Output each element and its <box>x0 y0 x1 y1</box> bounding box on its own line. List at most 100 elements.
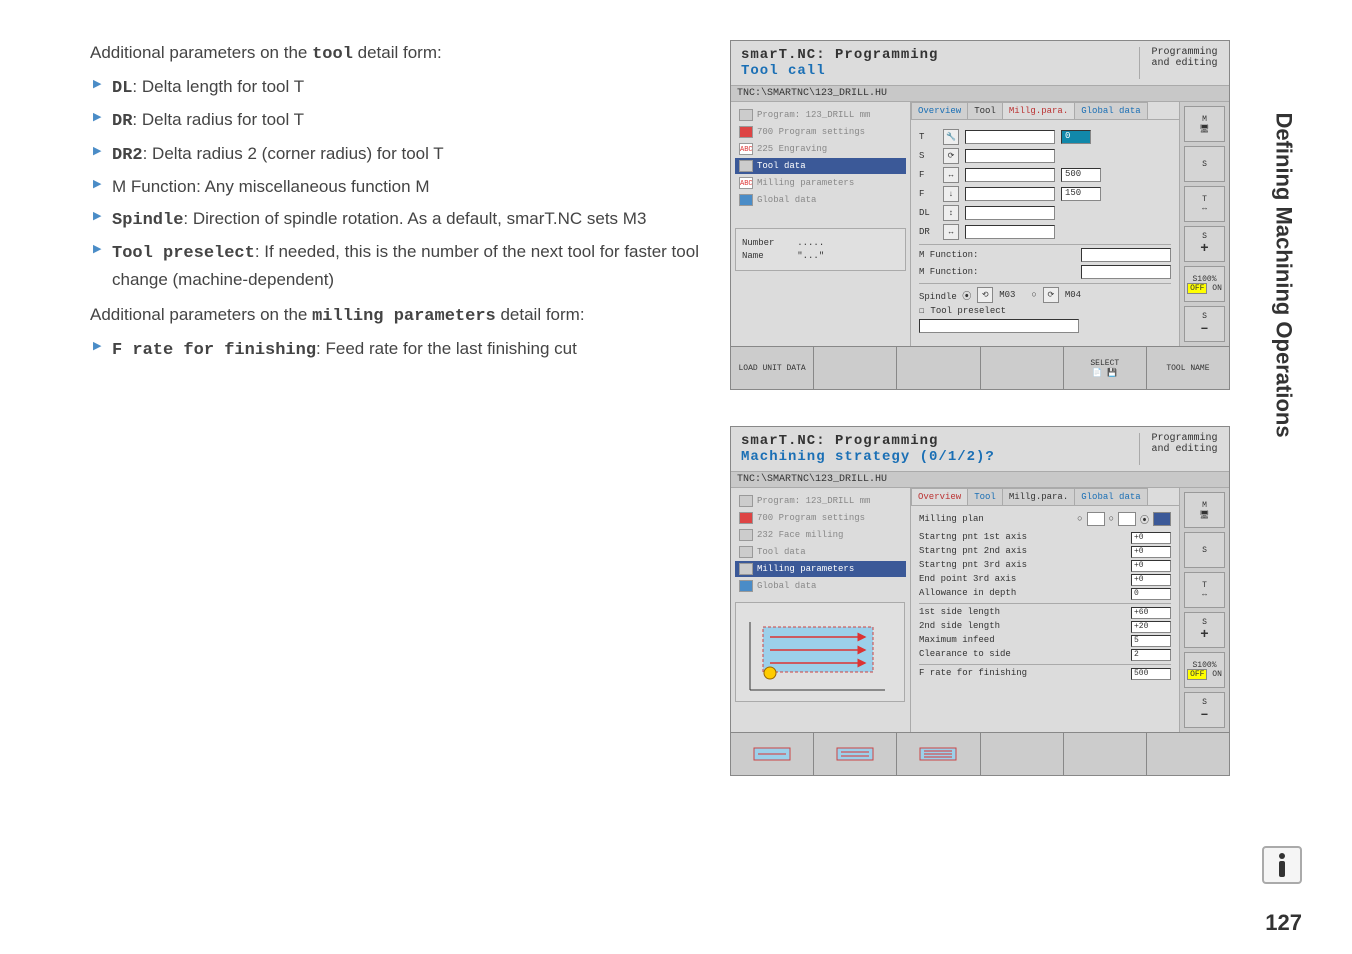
tab-millpara[interactable]: Millg.para. <box>1002 102 1075 119</box>
shot1-tree: Program: 123_DRILL mm 700 Program settin… <box>731 102 911 346</box>
tree2-program[interactable]: Program: 123_DRILL mm <box>735 493 906 509</box>
sk2-1[interactable] <box>731 733 814 775</box>
monitor-icon: 🖥 <box>1199 124 1209 134</box>
dl-input[interactable] <box>965 206 1055 220</box>
s-input[interactable] <box>965 149 1055 163</box>
side-plus[interactable]: S+ <box>1184 226 1225 262</box>
spindle-row: Spindle ⦿ ⟲M03 ○ ⟳M04 <box>919 287 1171 303</box>
tree2-tooldata[interactable]: Tool data <box>735 544 906 560</box>
screenshot-tool-call: smarT.NC: Programming Tool call Programm… <box>730 40 1230 390</box>
side2-s100[interactable]: S100%OFF ON <box>1184 652 1225 688</box>
side2-plus[interactable]: S+ <box>1184 612 1225 648</box>
side2-s[interactable]: S <box>1184 532 1225 568</box>
p1-in[interactable]: +0 <box>1131 532 1171 544</box>
p3-in[interactable]: +0 <box>1131 560 1171 572</box>
item-dl: DL: Delta length for tool T <box>90 74 710 102</box>
tree-tooldata[interactable]: Tool data <box>735 158 906 174</box>
sk-toolname[interactable]: TOOL NAME <box>1147 347 1229 389</box>
m04-icon[interactable]: ⟳ <box>1043 287 1059 303</box>
tree-program[interactable]: Program: 123_DRILL mm <box>735 107 906 123</box>
tab-overview[interactable]: Overview <box>911 102 968 119</box>
tab2-millpara[interactable]: Millg.para. <box>1002 488 1075 505</box>
m03-icon[interactable]: ⟲ <box>977 287 993 303</box>
bullet-list-milling: F rate for finishing: Feed rate for the … <box>90 336 710 364</box>
tree-engraving[interactable]: ABC225 Engraving <box>735 141 906 157</box>
f1-input[interactable] <box>965 168 1055 182</box>
sk-blank3[interactable] <box>981 347 1064 389</box>
sk-select[interactable]: SELECT📄 💾 <box>1064 347 1147 389</box>
intro1: Additional parameters on the tool detail… <box>90 40 710 68</box>
monitor-icon: 🖥 <box>1199 510 1209 520</box>
p8-in[interactable]: 5 <box>1131 635 1171 647</box>
tab2-global[interactable]: Global data <box>1074 488 1147 505</box>
side-t[interactable]: T↔ <box>1184 186 1225 222</box>
millplan-row: Milling plan ○ ○ ⦿ <box>919 512 1171 526</box>
side-s[interactable]: S <box>1184 146 1225 182</box>
mf1-input[interactable] <box>1081 248 1171 262</box>
mf2-input[interactable] <box>1081 265 1171 279</box>
dl-icon: ↕ <box>943 205 959 221</box>
tree2-global[interactable]: Global data <box>735 578 906 594</box>
speed-icon: ⟳ <box>943 148 959 164</box>
tab-global[interactable]: Global data <box>1074 102 1147 119</box>
page-number: 127 <box>1265 910 1302 936</box>
tree2-facemill[interactable]: 232 Face milling <box>735 527 906 543</box>
side2-t[interactable]: T↔ <box>1184 572 1225 608</box>
side2-m[interactable]: M🖥 <box>1184 492 1225 528</box>
tree-global[interactable]: Global data <box>735 192 906 208</box>
p4-in[interactable]: +0 <box>1131 574 1171 586</box>
feed1-icon: ↔ <box>943 167 959 183</box>
side-minus[interactable]: S– <box>1184 306 1225 342</box>
intro2: Additional parameters on the milling par… <box>90 302 710 330</box>
sk-load[interactable]: LOAD UNIT DATA <box>731 347 814 389</box>
info-icon <box>1262 846 1302 884</box>
t-idx[interactable]: 0 <box>1061 130 1091 144</box>
item-toolpre: Tool preselect: If needed, this is the n… <box>90 239 710 292</box>
bullet-list-tool: DL: Delta length for tool T DR: Delta ra… <box>90 74 710 293</box>
p2-in[interactable]: +0 <box>1131 546 1171 558</box>
tree2-millparams[interactable]: Milling parameters <box>735 561 906 577</box>
feed2-icon: ↓ <box>943 186 959 202</box>
p6-in[interactable]: +60 <box>1131 607 1171 619</box>
shot1-title: smarT.NC: Programming <box>741 47 938 63</box>
f2-val[interactable]: 150 <box>1061 187 1101 201</box>
shot1-tabs: Overview Tool Millg.para. Global data <box>911 102 1179 120</box>
tab2-overview[interactable]: Overview <box>911 488 968 505</box>
shot2-tree: Program: 123_DRILL mm 700 Program settin… <box>731 488 911 732</box>
tree-millparams[interactable]: ABCMilling parameters <box>735 175 906 191</box>
tab2-tool[interactable]: Tool <box>967 488 1003 505</box>
shot2-subtitle: Machining strategy (0/1/2)? <box>741 449 995 465</box>
shot2-preview <box>735 602 905 702</box>
sk2-2[interactable] <box>814 733 897 775</box>
tab-tool[interactable]: Tool <box>967 102 1003 119</box>
dr-input[interactable] <box>965 225 1055 239</box>
side2-minus[interactable]: S– <box>1184 692 1225 728</box>
sk2-3[interactable] <box>897 733 980 775</box>
sk2-4[interactable] <box>981 733 1064 775</box>
item-dr: DR: Delta radius for tool T <box>90 107 710 135</box>
shot1-filebar: TNC:\SMARTNC\123_DRILL.HU <box>731 86 1229 102</box>
p5-in[interactable]: 0 <box>1131 588 1171 600</box>
tree-settings[interactable]: 700 Program settings <box>735 124 906 140</box>
side-m[interactable]: M🖥 <box>1184 106 1225 142</box>
p7-in[interactable]: +20 <box>1131 621 1171 633</box>
millplan-opt1[interactable] <box>1087 512 1105 526</box>
dr-icon: ↔ <box>943 224 959 240</box>
sk2-5[interactable] <box>1064 733 1147 775</box>
f2-input[interactable] <box>965 187 1055 201</box>
t-input[interactable] <box>965 130 1055 144</box>
shot1-mode: Programming and editing <box>1139 47 1219 79</box>
sk-blank1[interactable] <box>814 347 897 389</box>
item-spindle: Spindle: Direction of spindle rotation. … <box>90 206 710 234</box>
p9-in[interactable]: 2 <box>1131 649 1171 661</box>
millplan-opt2[interactable] <box>1118 512 1136 526</box>
side-s100[interactable]: S100%OFF ON <box>1184 266 1225 302</box>
millplan-opt3[interactable] <box>1153 512 1171 526</box>
toolpre-input[interactable] <box>919 319 1079 333</box>
shot2-title: smarT.NC: Programming <box>741 433 995 449</box>
tree2-settings[interactable]: 700 Program settings <box>735 510 906 526</box>
sk2-6[interactable] <box>1147 733 1229 775</box>
p10-in[interactable]: 500 <box>1131 668 1171 680</box>
sk-blank2[interactable] <box>897 347 980 389</box>
f1-val[interactable]: 500 <box>1061 168 1101 182</box>
